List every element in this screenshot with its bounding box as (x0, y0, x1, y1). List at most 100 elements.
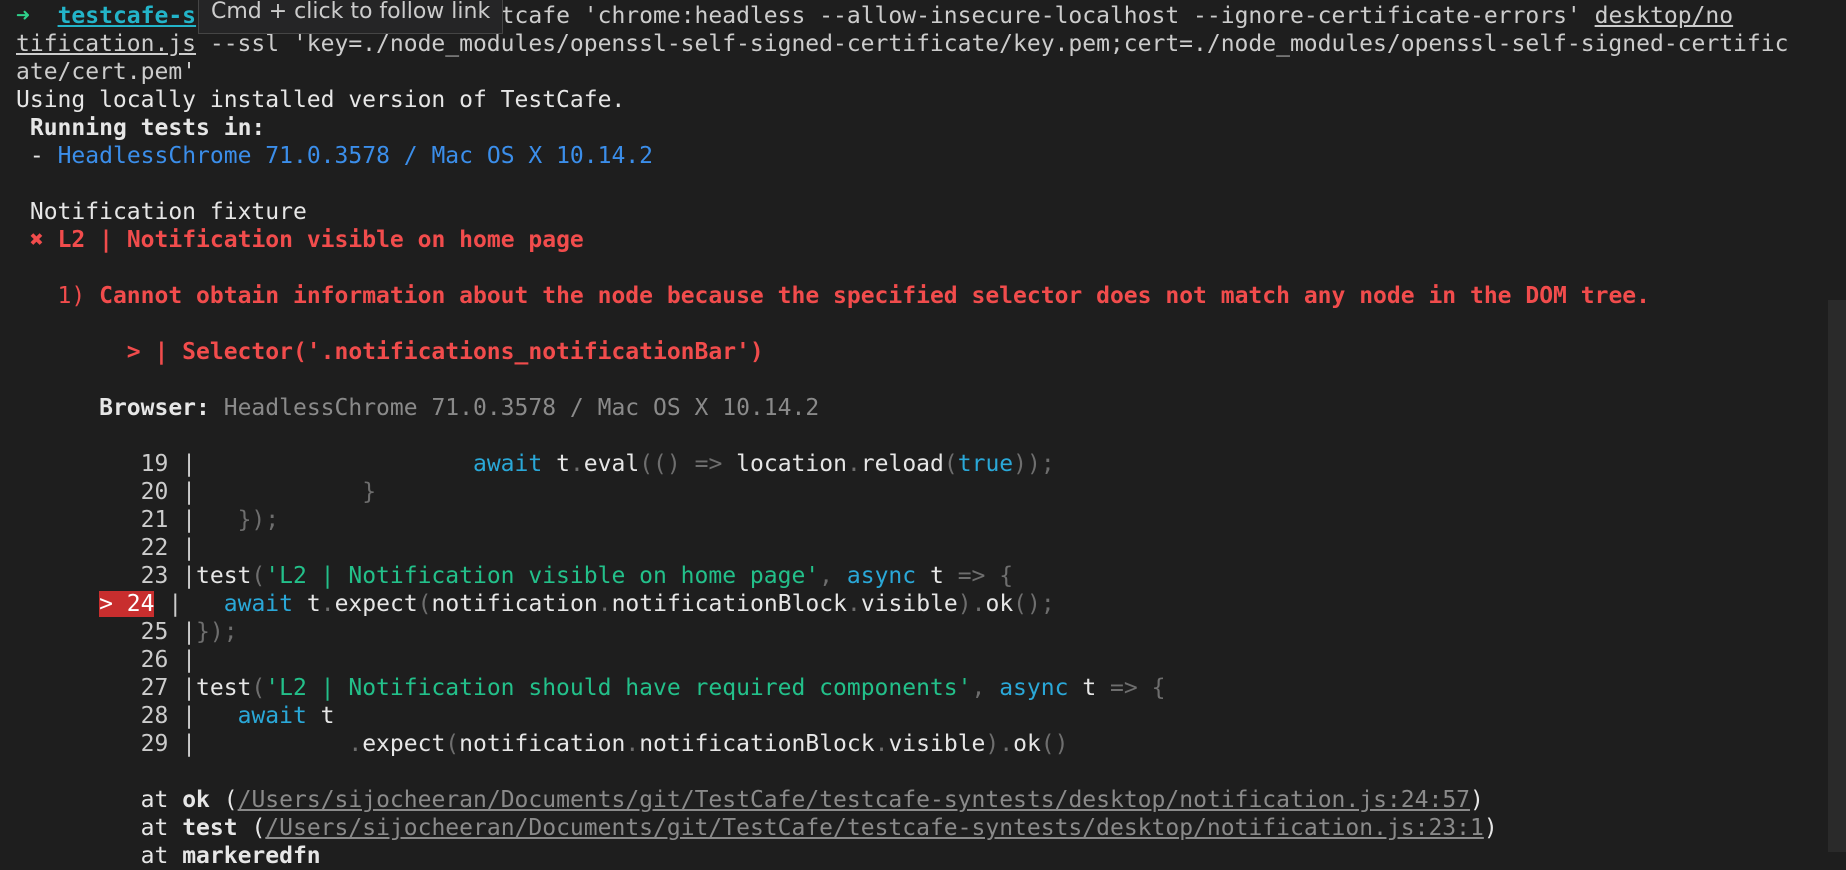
prompt-line-3: ate/cert.pem' (16, 58, 196, 86)
code-token: , (819, 563, 834, 589)
failing-line-marker: > 24 (99, 591, 155, 617)
stack-path-link[interactable]: /Users/sijocheeran/Documents/git/TestCaf… (238, 787, 1470, 813)
code-token: (() (639, 451, 681, 477)
code-token: notification (459, 731, 626, 757)
stack-fn: ok (182, 787, 210, 813)
code-token: () (1040, 731, 1069, 757)
code-line-28: 28 | await t (16, 702, 335, 730)
prompt-args-cont: ate/cert.pem' (16, 59, 197, 85)
code-token: await (237, 703, 307, 729)
code-token: t (306, 591, 321, 617)
code-line-19: 19 | await t.eval(() => location.reload(… (16, 450, 1055, 478)
follow-link-tooltip: Cmd + click to follow link (198, 0, 504, 34)
code-token: , (971, 675, 986, 701)
code-token: notificationBlock (611, 591, 847, 617)
code-line-24-failing: > 24 | await t.expect(notification.notif… (16, 590, 1055, 618)
test-file-link-cont[interactable]: tification.js (16, 31, 196, 57)
code-token: async (999, 675, 1069, 701)
prompt-arrow-icon: ➜ (16, 3, 30, 29)
code-line-26: 26 | (16, 646, 196, 674)
stack-frame: at test (/Users/sijocheeran/Documents/gi… (16, 814, 1498, 842)
failed-test-name: L2 | Notification visible on home page (57, 227, 584, 253)
code-token: true (957, 451, 1014, 477)
error-number: 1) (57, 283, 86, 309)
code-token: 'L2 | Notification visible on home page' (265, 563, 820, 589)
code-line-29: 29 | .expect(notification.notificationBl… (16, 730, 1069, 758)
stack-paren: ) (1483, 815, 1498, 841)
line-number: 20 | (140, 479, 197, 505)
code-token: ). (957, 591, 986, 617)
code-token: test (196, 675, 252, 701)
code-token: eval (583, 451, 640, 477)
running-tests-heading: Running tests in: (16, 114, 265, 142)
code-token: t (1082, 675, 1097, 701)
code-line-27: 27 |test('L2 | Notification should have … (16, 674, 1166, 702)
error-text: Cannot obtain information about the node… (99, 283, 1650, 309)
code-token: expect (334, 591, 418, 617)
code-line-20: 20 | } (16, 478, 376, 506)
stack-at: at (140, 787, 169, 813)
prompt-directory[interactable]: testcafe-s (58, 3, 196, 29)
code-line-21: 21 | }); (16, 506, 279, 534)
code-token: ok (1013, 731, 1041, 757)
code-token: }); (196, 619, 238, 645)
line-number: 19 | (140, 451, 197, 477)
browser-name: HeadlessChrome 71.0.3578 / Mac OS X 10.1… (57, 143, 654, 169)
code-token: ( (445, 731, 460, 757)
code-token: . (569, 451, 584, 477)
code-token: t (929, 563, 944, 589)
line-number: 21 | (140, 507, 197, 533)
code-token: t (320, 703, 335, 729)
code-token: . (320, 591, 335, 617)
stack-path-link[interactable]: /Users/sijocheeran/Documents/git/TestCaf… (265, 815, 1484, 841)
selector-text: > | Selector('.notifications_notificatio… (126, 339, 764, 365)
line-number: 23 | (140, 563, 197, 589)
code-token: test (196, 563, 252, 589)
line-number: 28 | (140, 703, 197, 729)
bullet: - (29, 143, 44, 169)
line-number: 25 | (140, 619, 197, 645)
stack-at: at (140, 815, 169, 841)
stack-paren: ) (1470, 787, 1484, 813)
fail-x-icon: ✖ (29, 227, 44, 253)
code-token: ok (985, 591, 1014, 617)
code-token: )); (1013, 451, 1055, 477)
code-token: => { (1110, 675, 1166, 701)
code-token: . (597, 591, 612, 617)
code-token: await (472, 451, 543, 477)
code-token: notification (431, 591, 598, 617)
code-token: . (874, 731, 889, 757)
line-number: 27 | (140, 675, 197, 701)
code-token: }); (237, 507, 280, 533)
code-token: | (168, 591, 183, 617)
code-token: visible (860, 591, 958, 617)
prompt-args: --ssl 'key=./node_modules/openssl-self-s… (196, 31, 1789, 57)
stack-frame: at ok (/Users/sijocheeran/Documents/git/… (16, 786, 1484, 814)
code-token: expect (362, 731, 446, 757)
code-token: ( (251, 563, 266, 589)
test-file-link[interactable]: desktop/no (1595, 3, 1733, 29)
line-number: 26 | (140, 647, 197, 673)
code-token: 'L2 | Notification should have required … (265, 675, 972, 701)
code-token: visible (888, 731, 986, 757)
running-tests-label: Running tests in: (29, 115, 266, 141)
code-token: ( (943, 451, 958, 477)
fixture-label: Notification fixture (29, 199, 307, 225)
code-token: } (362, 479, 377, 505)
stack-fn: test (182, 815, 238, 841)
code-token: . (846, 451, 861, 477)
code-line-23: 23 |test('L2 | Notification visible on h… (16, 562, 1013, 590)
stack-fn: markeredfn (182, 843, 321, 869)
failed-test: ✖ L2 | Notification visible on home page (16, 226, 584, 254)
code-token: => { (957, 563, 1014, 589)
stack-frame: at markeredfn (16, 842, 321, 870)
terminal-scrollbar[interactable] (1828, 300, 1846, 852)
code-token: location (736, 451, 847, 477)
code-token: => (694, 451, 723, 477)
line-number: 22 | (140, 535, 197, 561)
code-token: notificationBlock (639, 731, 875, 757)
prompt-command: testcafe 'chrome:headless --allow-insecu… (445, 3, 1595, 29)
code-token: . (348, 731, 363, 757)
browser-value: HeadlessChrome 71.0.3578 / Mac OS X 10.1… (223, 395, 820, 421)
stack-at: at (140, 843, 169, 869)
